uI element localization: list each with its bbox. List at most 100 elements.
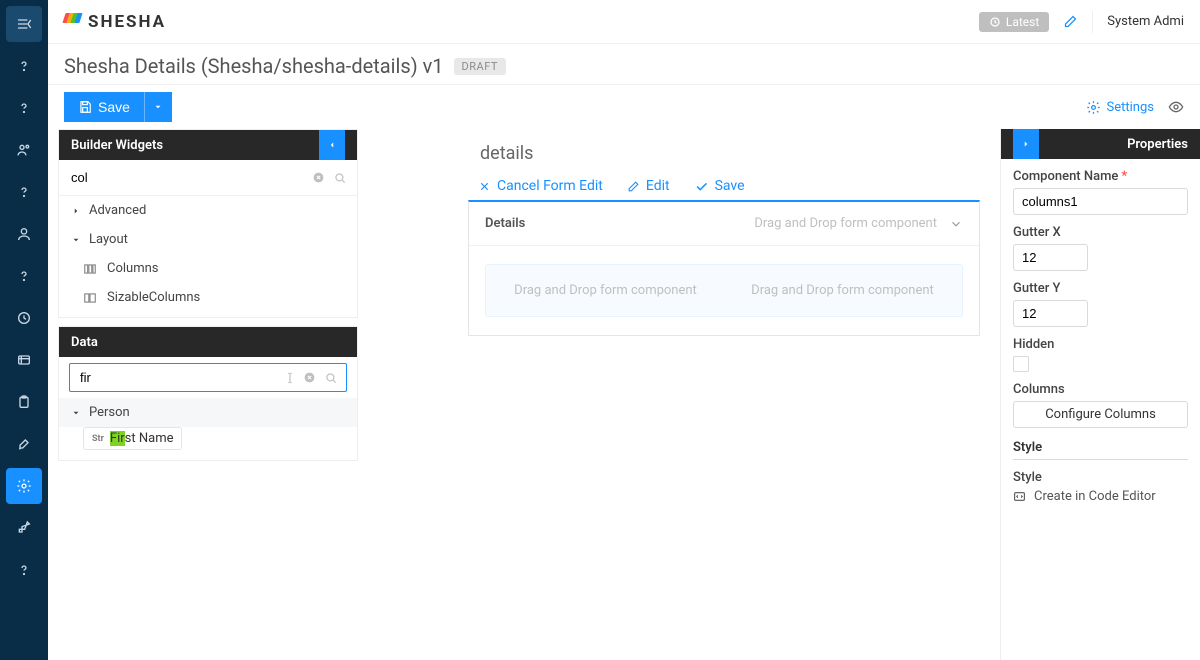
title-text: Shesha Details (Shesha/shesha-details) v… — [64, 54, 444, 78]
nav-user-group[interactable] — [6, 132, 42, 168]
prop-columns: Columns Configure Columns — [1013, 382, 1188, 428]
style-section-heading: Style — [1013, 440, 1188, 460]
latest-label: Latest — [1006, 15, 1039, 29]
nav-help-4[interactable] — [6, 258, 42, 294]
clear-icon[interactable] — [312, 171, 325, 184]
nav-rail — [0, 0, 48, 660]
data-search-row — [69, 363, 347, 392]
component-name-label: Component Name* — [1013, 169, 1188, 184]
search-icons — [312, 171, 347, 185]
data-item-label: First Name — [110, 431, 174, 446]
brand-logo[interactable]: SHESHA — [64, 12, 166, 32]
category-layout[interactable]: Layout — [59, 225, 357, 254]
form-card-drop-hint: Drag and Drop form component — [754, 216, 937, 231]
dropzone-col-1[interactable]: Drag and Drop form component — [502, 283, 709, 298]
search-icon[interactable] — [333, 171, 347, 185]
nav-help-1[interactable] — [6, 48, 42, 84]
data-group-person-label: Person — [89, 405, 130, 420]
data-panel-header: Data — [59, 327, 357, 357]
nav-tool[interactable] — [6, 426, 42, 462]
shesha-logo-mark — [64, 13, 82, 31]
workspace: Builder Widgets Advan — [48, 129, 1200, 660]
create-in-code-editor[interactable]: Create in Code Editor — [1013, 489, 1188, 504]
left-panels: Builder Widgets Advan — [58, 129, 358, 660]
data-item-firstname[interactable]: Str First Name — [83, 427, 182, 450]
nav-help-5[interactable] — [6, 552, 42, 588]
widgets-search-row — [59, 160, 357, 196]
page-title: Shesha Details (Shesha/shesha-details) v… — [64, 54, 1184, 78]
canvas-heading: details — [480, 143, 980, 164]
search-icon[interactable] — [324, 371, 338, 385]
nav-clock[interactable] — [6, 300, 42, 336]
properties-panel: Properties Component Name* Gutter X — [1000, 129, 1200, 660]
widget-columns[interactable]: Columns — [59, 254, 357, 283]
required-star: * — [1121, 169, 1127, 184]
app-root: SHESHA Latest System Admi Shesha Details… — [0, 0, 1200, 660]
columns-icon — [83, 262, 97, 276]
edit-label: Edit — [646, 178, 670, 194]
data-panel-title: Data — [71, 335, 98, 350]
brand-text: SHESHA — [88, 12, 166, 32]
data-search-input[interactable] — [78, 366, 287, 389]
latest-badge[interactable]: Latest — [979, 12, 1049, 32]
nav-toggle[interactable] — [6, 6, 42, 42]
gutter-y-input[interactable] — [1013, 300, 1088, 327]
edit-form[interactable]: Edit — [627, 178, 670, 194]
properties-collapse[interactable] — [1013, 129, 1039, 159]
nav-list[interactable] — [6, 342, 42, 378]
prop-style: Style Create in Code Editor — [1013, 470, 1188, 504]
widget-columns-label: Columns — [107, 261, 159, 276]
category-advanced[interactable]: Advanced — [59, 196, 357, 225]
hidden-checkbox[interactable] — [1013, 356, 1029, 372]
prop-gutter-y: Gutter Y — [1013, 281, 1188, 327]
form-card-head: Details Drag and Drop form component — [469, 202, 979, 246]
category-layout-label: Layout — [89, 232, 128, 247]
cancel-form-edit[interactable]: Cancel Form Edit — [478, 178, 603, 194]
cancel-label: Cancel Form Edit — [497, 178, 603, 194]
form-card-title: Details — [485, 216, 525, 231]
gutter-x-input[interactable] — [1013, 244, 1088, 271]
eye-icon[interactable] — [1168, 99, 1184, 115]
properties-body: Component Name* Gutter X Gutter Y Hidden — [1001, 159, 1200, 514]
nav-user[interactable] — [6, 216, 42, 252]
widgets-panel-collapse[interactable] — [319, 130, 345, 160]
code-editor-label: Create in Code Editor — [1034, 489, 1156, 504]
widgets-panel-header: Builder Widgets — [59, 130, 357, 160]
save-form[interactable]: Save — [694, 178, 745, 194]
draft-badge: DRAFT — [454, 58, 506, 75]
nav-help-2[interactable] — [6, 90, 42, 126]
data-search-icons — [303, 371, 338, 385]
save-dropdown-button[interactable] — [144, 92, 172, 122]
type-tag: Str — [92, 434, 104, 444]
dropzone-col-2[interactable]: Drag and Drop form component — [739, 283, 946, 298]
pencil-icon[interactable] — [1063, 14, 1078, 29]
component-name-input[interactable] — [1013, 188, 1188, 215]
widgets-search-input[interactable] — [69, 166, 306, 189]
title-bar: Shesha Details (Shesha/shesha-details) v… — [48, 44, 1200, 85]
nav-clipboard[interactable] — [6, 384, 42, 420]
nav-brush[interactable] — [6, 510, 42, 546]
user-name[interactable]: System Admi — [1107, 14, 1184, 29]
nav-settings[interactable] — [6, 468, 42, 504]
header-right: Latest System Admi — [979, 11, 1184, 33]
widget-sizable-columns-label: SizableColumns — [107, 290, 200, 305]
gutter-x-label: Gutter X — [1013, 225, 1188, 240]
configure-columns-button[interactable]: Configure Columns — [1013, 401, 1188, 428]
header: SHESHA Latest System Admi — [48, 0, 1200, 44]
text-cursor — [283, 371, 297, 385]
settings-label: Settings — [1107, 100, 1154, 115]
prop-hidden: Hidden — [1013, 337, 1188, 372]
widget-sizable-columns[interactable]: SizableColumns — [59, 283, 357, 317]
sizable-columns-icon — [83, 291, 97, 305]
columns-dropzone[interactable]: Drag and Drop form component Drag and Dr… — [485, 264, 963, 317]
widgets-panel: Builder Widgets Advan — [58, 129, 358, 318]
save-button[interactable]: Save — [64, 92, 144, 122]
style-label: Style — [1013, 470, 1188, 485]
clear-icon[interactable] — [303, 371, 316, 384]
prop-gutter-x: Gutter X — [1013, 225, 1188, 271]
settings-link[interactable]: Settings — [1086, 99, 1184, 115]
nav-help-3[interactable] — [6, 174, 42, 210]
chevron-down-icon[interactable] — [949, 217, 963, 231]
data-group-person[interactable]: Person — [59, 398, 357, 427]
data-panel: Data Person — [58, 326, 358, 461]
